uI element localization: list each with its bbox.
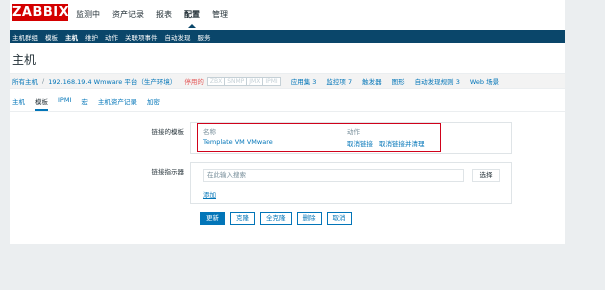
link-triggers[interactable]: 触发器 bbox=[362, 76, 382, 86]
breadcrumb-host[interactable]: 192.168.19.4 Wmware 平台（生产环境） bbox=[48, 76, 176, 86]
template-search-input[interactable]: 在此输入搜索 bbox=[203, 169, 464, 182]
full-clone-button[interactable]: 全克隆 bbox=[260, 212, 292, 225]
subnav-discovery[interactable]: 自动发现 bbox=[165, 32, 191, 42]
breadcrumb-separator: / bbox=[42, 77, 45, 85]
badge-zbx: ZBX bbox=[206, 76, 226, 86]
link-indicator-label: 链接指示器 bbox=[151, 168, 185, 176]
subnav-maintenance[interactable]: 维护 bbox=[85, 32, 98, 42]
nav-monitoring[interactable]: 监测中 bbox=[76, 9, 100, 20]
cancel-button[interactable]: 取消 bbox=[326, 212, 352, 225]
select-button[interactable]: 选择 bbox=[472, 169, 500, 182]
host-status-disabled[interactable]: 停用的 bbox=[184, 76, 204, 86]
column-header-action: 动作 bbox=[347, 128, 360, 136]
sub-nav: 主机群组 模板 主机 维护 动作 关联项事件 自动发现 服务 bbox=[10, 30, 565, 43]
link-graphs[interactable]: 图形 bbox=[392, 76, 405, 86]
nav-administration[interactable]: 管理 bbox=[212, 9, 228, 20]
link-items[interactable]: 监控项 7 bbox=[326, 76, 352, 86]
unlink-and-clear-button[interactable]: 取消链接并清理 bbox=[379, 138, 425, 148]
linked-templates-label: 链接的模板 bbox=[151, 128, 185, 136]
unlink-button[interactable]: 取消链接 bbox=[347, 138, 373, 148]
form-buttons: 更新 克隆 全克隆 删除 取消 bbox=[200, 212, 352, 225]
tab-ipmi[interactable]: IPMI bbox=[58, 96, 71, 111]
tab-host[interactable]: 主机 bbox=[12, 96, 25, 111]
link-templates-box: 在此输入搜索 选择 添加 bbox=[190, 162, 512, 204]
column-header-name: 名称 bbox=[203, 128, 216, 136]
subnav-services[interactable]: 服务 bbox=[198, 32, 211, 42]
delete-button[interactable]: 删除 bbox=[296, 212, 322, 225]
update-button[interactable]: 更新 bbox=[200, 212, 225, 225]
subnav-actions[interactable]: 动作 bbox=[105, 32, 118, 42]
template-link[interactable]: Template VM VMware bbox=[203, 138, 273, 146]
badge-ipmi: IPMI bbox=[262, 76, 281, 86]
tab-inventory[interactable]: 主机资产记录 bbox=[98, 96, 137, 111]
main-nav: 监测中 资产记录 报表 配置 管理 bbox=[76, 9, 228, 28]
host-breadcrumb: 所有主机 / 192.168.19.4 Wmware 平台（生产环境） 停用的 … bbox=[10, 73, 565, 89]
breadcrumb-all-hosts[interactable]: 所有主机 bbox=[12, 76, 38, 86]
add-link[interactable]: 添加 bbox=[203, 189, 216, 199]
badge-jmx: JMX bbox=[246, 76, 264, 86]
host-tabs: 主机 模板 IPMI 宏 主机资产记录 加密 bbox=[12, 96, 160, 111]
subnav-hosts[interactable]: 主机 bbox=[65, 32, 78, 42]
nav-inventory[interactable]: 资产记录 bbox=[112, 9, 144, 20]
zabbix-logo[interactable]: ZABBIX bbox=[12, 4, 69, 21]
top-bar: ZABBIX 监测中 资产记录 报表 配置 管理 bbox=[10, 0, 565, 28]
nav-configuration[interactable]: 配置 bbox=[184, 9, 200, 28]
nav-reports[interactable]: 报表 bbox=[156, 9, 172, 20]
linked-templates-table: 名称 动作 Template VM VMware 取消链接 取消链接并清理 bbox=[190, 122, 512, 154]
link-discovery-rules[interactable]: 自动发现规则 3 bbox=[415, 76, 460, 86]
link-applications[interactable]: 应用集 3 bbox=[291, 76, 317, 86]
subnav-templates[interactable]: 模板 bbox=[45, 32, 58, 42]
subnav-correlation[interactable]: 关联项事件 bbox=[125, 32, 158, 42]
tab-macros[interactable]: 宏 bbox=[81, 96, 88, 111]
link-web-scenarios[interactable]: Web 场景 bbox=[470, 76, 499, 86]
page-title: 主机 bbox=[12, 53, 37, 67]
subnav-host-groups[interactable]: 主机群组 bbox=[12, 32, 38, 42]
tab-encryption[interactable]: 加密 bbox=[147, 96, 160, 111]
clone-button[interactable]: 克隆 bbox=[230, 212, 255, 225]
footer-band bbox=[10, 244, 565, 270]
badge-snmp: SNMP bbox=[224, 76, 248, 86]
tab-templates[interactable]: 模板 bbox=[35, 96, 48, 111]
page-frame: ZABBIX 监测中 资产记录 报表 配置 管理 主机群组 模板 主机 维护 动… bbox=[10, 0, 565, 270]
